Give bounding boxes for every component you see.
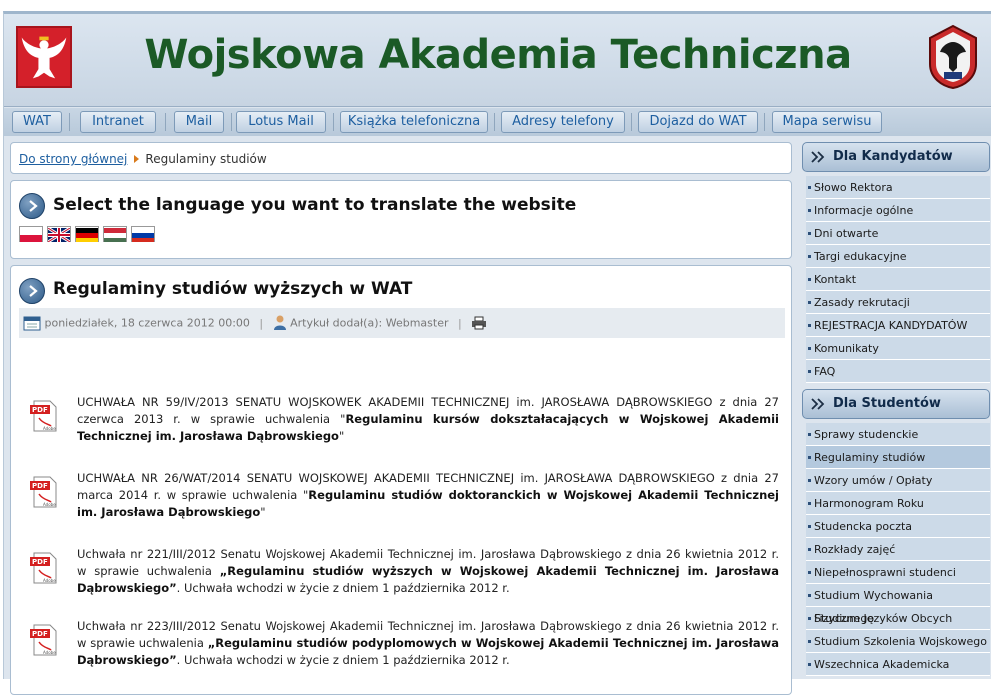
sidebar-item-targi-edukacyjne[interactable]: Targi edukacyjne: [806, 245, 990, 268]
nav-separator: [231, 113, 232, 131]
nav-phonebook[interactable]: Książka telefoniczna: [340, 111, 488, 133]
svg-text:Adobe: Adobe: [43, 502, 56, 507]
sidebar-item-dni-otwarte[interactable]: Dni otwarte: [806, 222, 990, 245]
language-title: Select the language you want to translat…: [53, 195, 577, 215]
article: Regulaminy studiów wyższych w WAT ponied…: [10, 265, 792, 695]
document-link[interactable]: UCHWAŁA NR 26/WAT/2014 SENATU WOJSKOWEJ …: [77, 470, 779, 521]
double-chevron-icon: [811, 398, 825, 410]
svg-text:Adobe: Adobe: [43, 426, 56, 431]
document-item: PDF Adobe UCHWAŁA NR 59/IV/2013 SENATU WO…: [29, 394, 781, 450]
svg-text:Adobe: Adobe: [43, 650, 56, 655]
site-header: Wojskowa Akademia Techniczna: [4, 14, 991, 107]
document-link[interactable]: Uchwała nr 221/III/2012 Senatu Wojskowej…: [77, 546, 779, 597]
pdf-icon[interactable]: PDF Adobe: [29, 400, 59, 432]
nav-sitemap[interactable]: Mapa serwisu: [772, 111, 882, 133]
sidebar-item-wzory-umow[interactable]: Wzory umów / Opłaty: [806, 469, 990, 492]
nav-separator: [69, 113, 70, 131]
sidebar-item-kontakt[interactable]: Kontakt: [806, 268, 990, 291]
nav-wat[interactable]: WAT: [12, 111, 62, 133]
document-text-end: ": [260, 505, 266, 519]
nav-addresses[interactable]: Adresy telefony: [501, 111, 625, 133]
nav-separator: [631, 113, 632, 131]
svg-text:PDF: PDF: [32, 558, 48, 566]
sidebar-item-komunikaty[interactable]: Komunikaty: [806, 337, 990, 360]
flag-ru-icon[interactable]: [131, 226, 155, 242]
breadcrumb-current: Regulaminy studiów: [145, 152, 267, 166]
sidebar-item-wszechnica[interactable]: Wszechnica Akademicka: [806, 653, 990, 676]
svg-text:PDF: PDF: [32, 630, 48, 638]
sidebar-item-zasady-rekrutacji[interactable]: Zasady rekrutacji: [806, 291, 990, 314]
language-selector: Select the language you want to translat…: [10, 180, 792, 259]
arrow-circle-icon: [19, 278, 45, 304]
sidebar-students-list: Sprawy studenckie Regulaminy studiów Wzo…: [806, 423, 990, 676]
sidebar-item-rozklady-zajec[interactable]: Rozkłady zajęć: [806, 538, 990, 561]
document-text-end: . Uchwała wchodzi w życie z dniem 1 paźd…: [176, 581, 510, 595]
nav-directions[interactable]: Dojazd do WAT: [638, 111, 758, 133]
nav-separator: [494, 113, 495, 131]
double-chevron-icon: [811, 151, 825, 163]
user-icon: [273, 315, 286, 330]
document-item: PDF Adobe Uchwała nr 223/III/2012 Senatu …: [29, 618, 781, 674]
nav-lotus-mail[interactable]: Lotus Mail: [236, 111, 326, 133]
svg-text:PDF: PDF: [32, 406, 48, 414]
calendar-icon: [23, 316, 41, 331]
sidebar-item-harmonogram[interactable]: Harmonogram Roku: [806, 492, 990, 515]
document-item: PDF Adobe Uchwała nr 221/III/2012 Senatu …: [29, 546, 781, 602]
document-link[interactable]: UCHWAŁA NR 59/IV/2013 SENATU WOJSKOWEK A…: [77, 394, 779, 445]
nav-separator: [764, 113, 765, 131]
pdf-icon[interactable]: PDF Adobe: [29, 476, 59, 508]
flag-pl-icon[interactable]: [19, 226, 43, 242]
document-link[interactable]: Uchwała nr 223/III/2012 Senatu Wojskowej…: [77, 618, 779, 669]
sidebar-item-informacje-ogolne[interactable]: Informacje ogólne: [806, 199, 990, 222]
sidebar-item-studium-wf[interactable]: Studium Wychowania Fizycznego: [806, 584, 990, 625]
article-title: Regulaminy studiów wyższych w WAT: [53, 279, 413, 299]
sidebar-item-studencka-poczta[interactable]: Studencka poczta: [806, 515, 990, 538]
site-title: Wojskowa Akademia Techniczna: [144, 32, 852, 78]
sidebar-students-title: Dla Studentów: [833, 396, 941, 411]
top-navigation: WAT Intranet Mail Lotus Mail Książka tel…: [4, 108, 991, 136]
document-item: PDF Adobe UCHWAŁA NR 26/WAT/2014 SENATU W…: [29, 470, 781, 526]
sidebar-item-niepelnosprawni[interactable]: Niepełnosprawni studenci: [806, 561, 990, 584]
document-text-end: . Uchwała wchodzi w życie z dniem 1 paźd…: [176, 653, 510, 667]
sidebar-item-studium-szkolenia[interactable]: Studium Szkolenia Wojskowego: [806, 630, 990, 653]
sidebar-students-header[interactable]: Dla Studentów: [802, 389, 990, 419]
wat-crest-icon: [926, 24, 980, 90]
pdf-icon[interactable]: PDF Adobe: [29, 624, 59, 656]
pdf-icon[interactable]: PDF Adobe: [29, 552, 59, 584]
printer-icon[interactable]: [471, 316, 487, 330]
nav-separator: [333, 113, 334, 131]
flag-hu-icon[interactable]: [103, 226, 127, 242]
nav-mail[interactable]: Mail: [174, 111, 224, 133]
article-date: poniedziałek, 18 czerwca 2012 00:00: [44, 316, 250, 330]
sidebar-item-faq[interactable]: FAQ: [806, 360, 990, 383]
flag-en-icon[interactable]: [47, 226, 71, 244]
document-text-end: ": [338, 429, 345, 443]
arrow-circle-icon: [19, 193, 45, 219]
sidebar-item-studium-jezykow[interactable]: Studium Języków Obcych: [806, 607, 990, 630]
sidebar-item-sprawy-studenckie[interactable]: Sprawy studenckie: [806, 423, 990, 446]
nav-separator: [165, 113, 166, 131]
sidebar-candidates-header[interactable]: Dla Kandydatów: [802, 142, 990, 172]
svg-text:PDF: PDF: [32, 482, 48, 490]
sidebar-item-regulaminy-studiow[interactable]: Regulaminy studiów: [806, 446, 990, 469]
sidebar-candidates-title: Dla Kandydatów: [833, 149, 953, 164]
flag-de-icon[interactable]: [75, 226, 99, 242]
breadcrumb-arrow-icon: [134, 155, 140, 163]
breadcrumb: Do strony głównej Regulaminy studiów: [10, 142, 792, 174]
svg-text:Adobe: Adobe: [43, 578, 56, 583]
nav-intranet[interactable]: Intranet: [80, 111, 156, 133]
sidebar-candidates-list: Słowo Rektora Informacje ogólne Dni otwa…: [806, 176, 990, 383]
sidebar-item-rejestracja[interactable]: REJESTRACJA KANDYDATÓW: [806, 314, 990, 337]
sidebar-item-slowo-rektora[interactable]: Słowo Rektora: [806, 176, 990, 199]
article-author: Artykuł dodał(a): Webmaster: [290, 316, 449, 330]
breadcrumb-home-link[interactable]: Do strony głównej: [19, 152, 127, 166]
page: Wojskowa Akademia Techniczna WAT Intrane…: [3, 11, 991, 695]
article-meta: poniedziałek, 18 czerwca 2012 00:00 | Ar…: [19, 308, 785, 338]
